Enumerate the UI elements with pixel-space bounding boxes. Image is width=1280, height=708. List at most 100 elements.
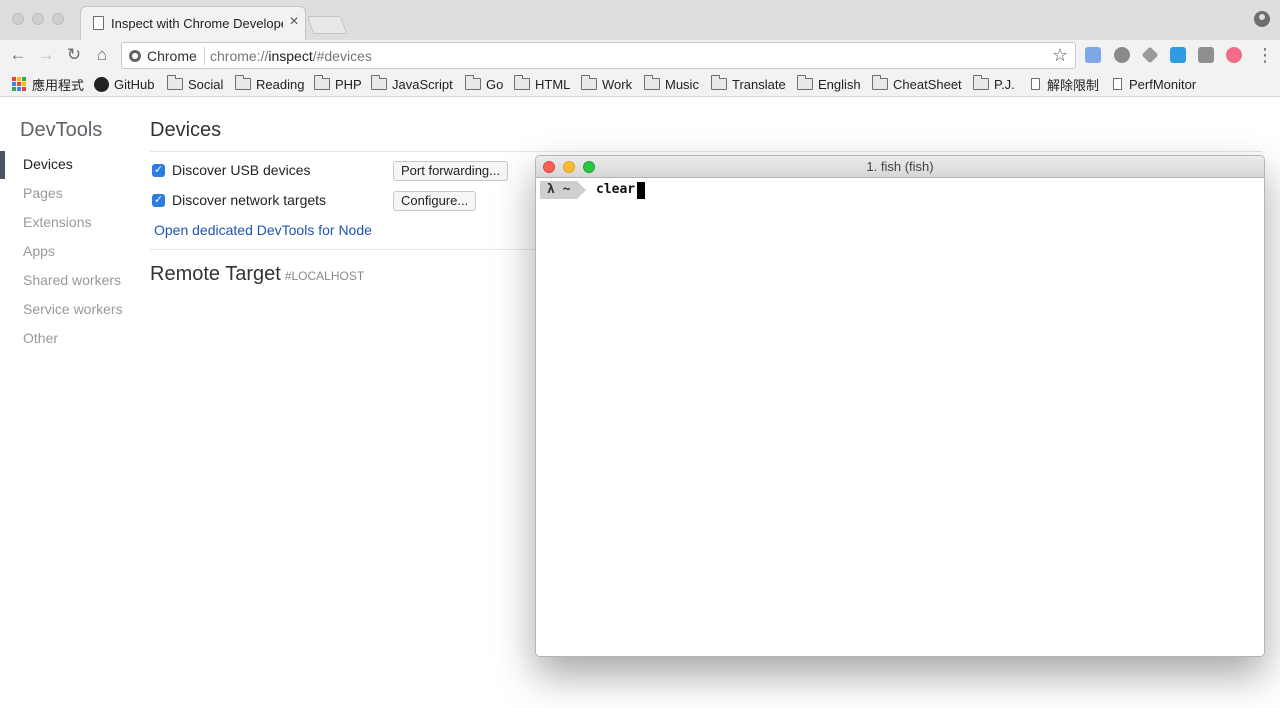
remote-target-title: Remote Target	[150, 263, 281, 285]
bookmark-reading[interactable]: Reading	[235, 75, 304, 93]
bookmark-html[interactable]: HTML	[514, 75, 570, 93]
port-forwarding-button[interactable]: Port forwarding...	[393, 161, 508, 181]
bookmark-label: PerfMonitor	[1129, 76, 1197, 92]
folder-icon	[581, 75, 597, 90]
bookmark-pj[interactable]: P.J.	[973, 75, 1015, 93]
tab-strip: Inspect with Chrome Developer Tools ×	[0, 0, 1280, 40]
sidebar-title: DevTools	[20, 119, 103, 141]
bookmark-apps[interactable]: 應用程式	[12, 75, 84, 93]
reload-button[interactable]: ↻	[63, 44, 85, 66]
bookmark-javascript[interactable]: JavaScript	[371, 75, 453, 93]
window-minimize-button[interactable]	[32, 13, 44, 25]
bookmark-label: HTML	[535, 76, 571, 92]
sidebar-item-pages[interactable]: Pages	[23, 185, 63, 201]
page-icon	[93, 16, 104, 30]
active-indicator	[0, 151, 5, 179]
usb-label: Discover USB devices	[172, 162, 311, 178]
pink-extension-icon[interactable]	[1226, 47, 1242, 63]
folder-icon	[465, 75, 481, 90]
terminal-title: 1. fish (fish)	[866, 159, 934, 174]
bookmark-music[interactable]: Music	[644, 75, 699, 93]
remote-target-heading: Remote Target #LOCALHOST	[150, 263, 364, 286]
folder-icon	[872, 75, 888, 90]
bookmark-label: PHP	[335, 76, 362, 92]
sidebar-item-service-workers[interactable]: Service workers	[23, 301, 123, 317]
node-devtools-link[interactable]: Open dedicated DevTools for Node	[154, 222, 372, 238]
configure-button[interactable]: Configure...	[393, 191, 477, 211]
url-hash: /#devices	[312, 48, 372, 64]
folder-icon	[235, 75, 251, 90]
bookmark-label: Translate	[732, 76, 786, 92]
command-text: clear	[596, 182, 636, 197]
bookmark-label: P.J.	[994, 76, 1015, 92]
sidebar-item-other[interactable]: Other	[23, 330, 58, 346]
forward-button[interactable]: →	[35, 44, 57, 66]
terminal-titlebar[interactable]: 1. fish (fish)	[536, 156, 1264, 178]
divider	[150, 151, 1262, 152]
folder-icon	[644, 75, 660, 90]
sidebar-item-devices[interactable]: Devices	[23, 156, 73, 172]
home-button[interactable]: ⌂	[91, 44, 113, 66]
back-button[interactable]: ←	[7, 44, 29, 66]
github-icon	[94, 76, 109, 92]
page-title: Devices	[150, 119, 222, 141]
profile-icon[interactable]	[1254, 11, 1270, 27]
translate-extension-icon[interactable]	[1085, 47, 1101, 63]
omnibox-separator	[204, 47, 205, 65]
folder-icon	[797, 75, 813, 90]
bookmark-label: Social	[188, 76, 224, 92]
bookmark-unlock[interactable]: 解除限制	[1031, 75, 1099, 93]
chrome-menu-icon[interactable]: ⋮	[1256, 45, 1274, 65]
terminal-body[interactable]: λ ~ clear	[536, 179, 1264, 656]
bookmark-work[interactable]: Work	[581, 75, 632, 93]
folder-icon	[314, 75, 330, 90]
bookmark-label: Work	[602, 76, 633, 92]
bookmarks-bar: 應用程式 GitHub Social Reading PHP JavaScrip…	[0, 71, 1280, 97]
bookmark-label: 解除限制	[1047, 77, 1100, 93]
bookmark-cheatsheet[interactable]: CheatSheet	[872, 75, 962, 93]
folder-icon	[711, 75, 727, 90]
bookmark-translate[interactable]: Translate	[711, 75, 786, 93]
tab-close-icon[interactable]: ×	[287, 13, 301, 31]
url-host: inspect	[268, 48, 313, 64]
shell-prompt: λ ~	[540, 181, 588, 199]
bookmark-english[interactable]: English	[797, 75, 861, 93]
terminal-window[interactable]: 1. fish (fish) λ ~ clear	[535, 155, 1265, 657]
tab-title: Inspect with Chrome Developer Tools	[111, 16, 283, 31]
bookmark-label: GitHub	[114, 76, 155, 92]
bookmark-label: 應用程式	[32, 77, 85, 93]
site-label: Chrome	[147, 48, 197, 64]
network-checkbox[interactable]: ✓	[152, 194, 165, 207]
page-icon	[1031, 78, 1040, 90]
sidebar-item-extensions[interactable]: Extensions	[23, 214, 91, 230]
usb-checkbox[interactable]: ✓	[152, 164, 165, 177]
toolbar: ← → ↻ ⌂ Chrome chrome://inspect/#devices…	[0, 40, 1280, 71]
bookmark-go[interactable]: Go	[465, 75, 503, 93]
window-zoom-button[interactable]	[52, 13, 64, 25]
active-tab[interactable]: Inspect with Chrome Developer Tools ×	[80, 6, 306, 40]
sidebar-item-apps[interactable]: Apps	[23, 243, 55, 259]
url-prefix: chrome://	[210, 48, 269, 64]
bookmark-github[interactable]: GitHub	[94, 75, 154, 93]
stack-extension-icon[interactable]	[1198, 47, 1214, 63]
new-tab-button[interactable]	[306, 16, 348, 34]
bookmark-perfmonitor[interactable]: PerfMonitor	[1113, 75, 1196, 93]
bookmark-label: Go	[486, 76, 504, 92]
folder-icon	[973, 75, 989, 90]
page-icon	[1113, 78, 1122, 90]
bookmark-label: Reading	[256, 76, 305, 92]
window-close-button[interactable]	[12, 13, 24, 25]
layers-extension-icon[interactable]	[1141, 46, 1159, 64]
s-extension-icon[interactable]	[1170, 47, 1186, 63]
bookmark-label: English	[818, 76, 861, 92]
bookmark-social[interactable]: Social	[167, 75, 223, 93]
ublock-extension-icon[interactable]	[1114, 47, 1130, 63]
bookmark-star-icon[interactable]: ☆	[1052, 45, 1068, 66]
sidebar-item-shared-workers[interactable]: Shared workers	[23, 272, 121, 288]
url-text[interactable]: chrome://inspect/#devices	[210, 48, 372, 64]
bookmark-php[interactable]: PHP	[314, 75, 362, 93]
folder-icon	[371, 75, 387, 90]
address-bar[interactable]: Chrome chrome://inspect/#devices ☆	[121, 42, 1076, 69]
bookmark-label: Music	[665, 76, 699, 92]
network-label: Discover network targets	[172, 192, 327, 208]
